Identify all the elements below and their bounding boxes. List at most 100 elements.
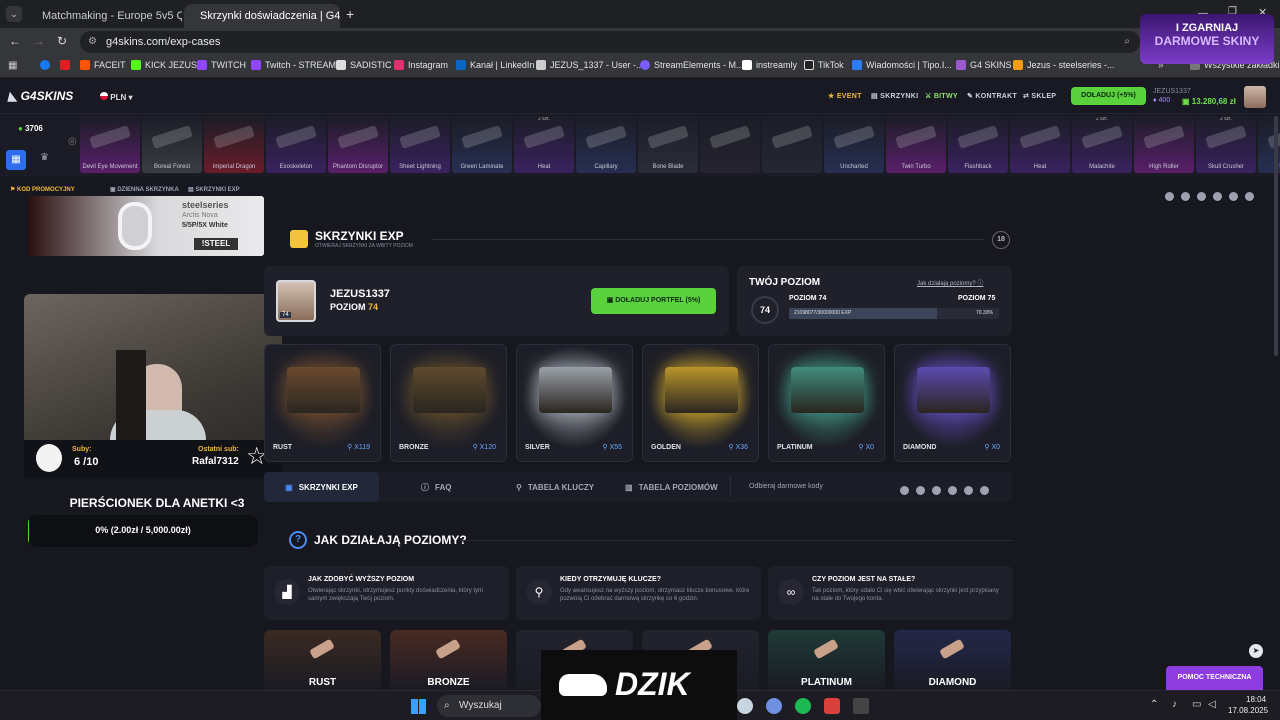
facebook-icon[interactable] — [1165, 192, 1174, 201]
level-help-link[interactable]: Jak działają poziomy? ⓘ — [917, 278, 983, 287]
currency-select[interactable]: PLN ▾ — [100, 92, 132, 102]
drop-item[interactable]: 2 szt. Malachite — [1072, 117, 1132, 173]
tab-exp-cases[interactable]: ▣ SKRZYNKI EXP — [264, 472, 379, 502]
taskbar-app-browser-icon[interactable] — [766, 698, 782, 714]
nav-contract[interactable]: ✎ KONTRAKT — [967, 92, 1017, 100]
tab-matchmaking[interactable]: Matchmaking - Europe 5v5 Qu ✕ — [26, 4, 182, 28]
reload-icon[interactable]: ↻ — [57, 34, 67, 48]
bookmark-twitch[interactable]: TWITCH — [197, 60, 246, 70]
grid-view-icon[interactable]: ▦ — [6, 150, 26, 170]
drop-item[interactable]: 2 szt. Heat — [514, 117, 574, 173]
clock-time[interactable]: 18:04 — [1246, 695, 1266, 704]
tab-faq[interactable]: ⓘ FAQ — [421, 472, 451, 502]
site-info-icon[interactable]: ⚙ — [88, 31, 97, 53]
url-input[interactable]: ⚙ g4skins.com/exp-cases ⌕ — [80, 31, 1140, 53]
drop-item[interactable]: Imperial Dragon — [204, 117, 264, 173]
facebook-icon[interactable] — [900, 486, 909, 495]
windows-start-icon[interactable] — [411, 699, 426, 714]
case-card-diamond[interactable]: DIAMOND ⚲ X0 — [894, 344, 1011, 462]
level-reward-card[interactable]: RUST — [264, 630, 381, 690]
zoom-icon[interactable]: ⌕ — [1124, 31, 1130, 53]
taskbar-search[interactable]: ⌕ Wyszukaj — [437, 695, 541, 717]
apps-icon[interactable]: ▦ — [8, 60, 17, 71]
tray-network-icon[interactable]: ▭ — [1192, 699, 1201, 710]
page-scrollbar[interactable] — [1274, 116, 1278, 356]
level-reward-card[interactable]: PLATINUM — [768, 630, 885, 690]
x-icon[interactable] — [932, 486, 941, 495]
bookmark-twitch-stream[interactable]: Twitch - STREAM — [251, 60, 336, 70]
crown-icon[interactable]: ♛ — [40, 152, 49, 163]
drop-item[interactable] — [700, 117, 760, 173]
telegram-icon[interactable] — [1245, 192, 1254, 201]
taskbar-app-spotify-icon[interactable] — [795, 698, 811, 714]
subnav-exp[interactable]: ▤ SKRZYNKI EXP — [188, 186, 240, 193]
drop-item[interactable]: Capillary — [576, 117, 636, 173]
taskbar-app-steam-icon[interactable] — [737, 698, 753, 714]
header-avatar[interactable] — [1244, 86, 1266, 108]
drop-item[interactable]: Exoskeleton — [266, 117, 326, 173]
drop-item[interactable]: Sheet Lightning — [390, 117, 450, 173]
drop-item[interactable]: Bone Blade — [638, 117, 698, 173]
nav-shop[interactable]: ⇄ SKLEP — [1023, 92, 1056, 100]
g4skins-logo[interactable]: ◣ G4SKINS — [8, 89, 73, 103]
tray-chevron-icon[interactable]: ⌃ — [1150, 699, 1158, 710]
bookmark-user[interactable]: JEZUS_1337 - User -... — [536, 60, 644, 70]
forward-icon[interactable]: → — [33, 34, 45, 48]
drop-item[interactable]: High Roller — [1134, 117, 1194, 173]
bookmark-instreamly[interactable]: instreamly — [742, 60, 797, 70]
discord-icon[interactable] — [1229, 192, 1238, 201]
subnav-promo[interactable]: ⚑ KOD PROMOCYJNY — [10, 186, 75, 193]
wallet-deposit-button[interactable]: ▣ DOŁADUJ PORTFEL (5%) — [591, 288, 716, 314]
drop-item[interactable]: Twin Turbo — [886, 117, 946, 173]
drop-item[interactable]: Heat — [1010, 117, 1070, 173]
new-tab-button[interactable]: + — [346, 6, 354, 22]
bookmark-youtube-icon[interactable] — [60, 60, 70, 70]
bookmark-sadistic[interactable]: SADISTIC — [336, 60, 392, 70]
drop-item[interactable]: Phantom Disruptor — [328, 117, 388, 173]
tiktok-icon[interactable] — [1213, 192, 1222, 201]
nav-event[interactable]: ★ EVENT — [828, 92, 862, 100]
bookmark-g4skins[interactable]: G4 SKINS — [956, 60, 1012, 70]
case-card-golden[interactable]: GOLDEN ⚲ X36 — [642, 344, 759, 462]
subnav-daily[interactable]: ▣ DZIENNA SKRZYNKA — [110, 186, 179, 193]
level-reward-card[interactable]: DIAMOND — [894, 630, 1011, 690]
drop-item[interactable]: Green Laminate — [452, 117, 512, 173]
drop-item[interactable]: Boreal Forest — [142, 117, 202, 173]
bookmark-faceit[interactable]: FACEIT — [80, 60, 126, 70]
scroll-top-button[interactable]: ➤ — [1249, 644, 1263, 658]
case-card-silver[interactable]: SILVER ⚲ X55 — [516, 344, 633, 462]
telegram-icon[interactable] — [980, 486, 989, 495]
bookmark-tiktok[interactable]: TikTok — [804, 60, 844, 70]
back-icon[interactable]: ← — [9, 34, 21, 48]
case-card-rust[interactable]: RUST ⚲ X119 — [264, 344, 381, 462]
level-reward-card[interactable]: BRONZE — [390, 630, 507, 690]
case-card-bronze[interactable]: BRONZE ⚲ X120 — [390, 344, 507, 462]
bookmark-streamelements[interactable]: StreamElements - M... — [640, 60, 744, 70]
bookmark-tipo[interactable]: Wiadomości | Tipo.I... — [852, 60, 952, 70]
instagram-icon[interactable] — [1181, 192, 1190, 201]
drop-item[interactable] — [762, 117, 822, 173]
drop-item[interactable]: Devil Eye Movement — [80, 117, 140, 173]
bookmark-steelseries[interactable]: Jezus - steelseries -... — [1013, 60, 1115, 70]
drop-item[interactable]: 2 szt. Skull Crusher — [1196, 117, 1256, 173]
taskbar-app-shield-icon[interactable] — [824, 698, 840, 714]
nav-battles[interactable]: ⚔ BITWY — [925, 92, 958, 100]
tray-volume-icon[interactable]: ◁ — [1208, 699, 1216, 710]
tab-search-icon[interactable]: ⌄ — [6, 6, 22, 22]
clock-date[interactable]: 17.08.2025 — [1228, 706, 1268, 715]
taskbar-app-cod-icon[interactable] — [853, 698, 869, 714]
bookmark-linkedin[interactable]: Kanał | LinkedIn — [456, 60, 534, 70]
bookmark-instagram[interactable]: Instagram — [394, 60, 448, 70]
tab-keys-table[interactable]: ⚲ TABELA KLUCZY — [516, 472, 594, 502]
bookmark-facebook-icon[interactable] — [40, 60, 50, 70]
case-card-platinum[interactable]: PLATINUM ⚲ X0 — [768, 344, 885, 462]
tiktok-icon[interactable] — [948, 486, 957, 495]
tab-levels-table[interactable]: ▥ TABELA POZIOMÓW — [625, 472, 718, 502]
support-button[interactable]: POMOC TECHNICZNA — [1166, 666, 1263, 690]
instagram-icon[interactable] — [916, 486, 925, 495]
tray-mic-icon[interactable]: ♪ — [1172, 699, 1177, 710]
drop-item[interactable]: Uncharted — [824, 117, 884, 173]
discord-icon[interactable] — [964, 486, 973, 495]
x-icon[interactable] — [1197, 192, 1206, 201]
deposit-button[interactable]: DOŁADUJ (+5%) — [1071, 87, 1146, 105]
